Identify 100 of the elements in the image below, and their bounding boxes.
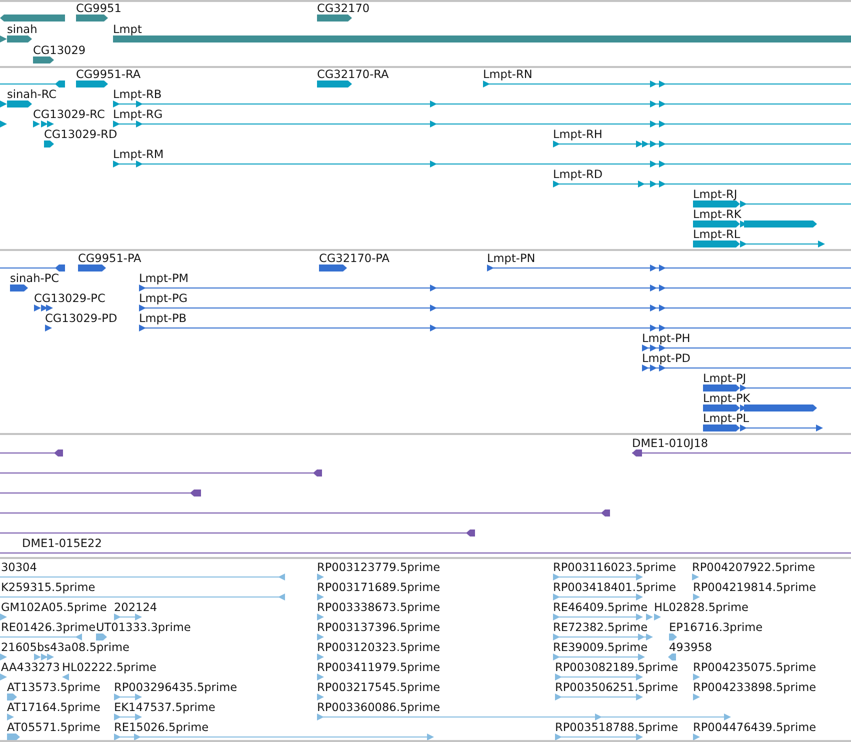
feature-glyph[interactable] bbox=[0, 80, 65, 88]
feature-label: Lmpt-RB bbox=[113, 88, 162, 101]
feature-label: RP003120323.5prime bbox=[317, 641, 440, 654]
feature-label: RP003338673.5prime bbox=[317, 601, 440, 614]
feature-label: AA433273 bbox=[1, 661, 60, 674]
feature-label: RP003418401.5prime bbox=[553, 581, 676, 594]
feature-label: Lmpt bbox=[113, 23, 142, 36]
feature-glyph[interactable] bbox=[113, 120, 851, 128]
feature-glyph[interactable] bbox=[703, 404, 817, 412]
feature-label: Lmpt-PM bbox=[139, 272, 189, 285]
feature-label: CG13029-PD bbox=[45, 312, 118, 325]
feature-glyph[interactable] bbox=[78, 264, 106, 272]
feature-label: RP003137396.5prime bbox=[317, 621, 440, 634]
feature-glyph[interactable] bbox=[113, 160, 851, 168]
feature-label: RP003296435.5prime bbox=[114, 681, 238, 694]
feature-label: RE46409.5prime bbox=[553, 601, 648, 614]
feature-glyph[interactable] bbox=[0, 36, 7, 42]
feature-glyph[interactable] bbox=[76, 80, 108, 88]
feature-glyph[interactable] bbox=[693, 200, 851, 208]
feature-label: RP004235075.5prime bbox=[693, 661, 816, 674]
feature-glyph[interactable] bbox=[33, 56, 54, 64]
feature-glyph[interactable] bbox=[703, 424, 823, 432]
feature-label: RP003123779.5prime bbox=[317, 561, 440, 574]
feature-label: CG9951-PA bbox=[78, 252, 142, 265]
feature-glyph[interactable] bbox=[642, 344, 851, 352]
feature-label: Lmpt-PG bbox=[139, 292, 188, 305]
feature-label: Lmpt-RM bbox=[113, 148, 164, 161]
feature-label: Lmpt-RJ bbox=[693, 188, 738, 201]
feature-glyph[interactable] bbox=[139, 284, 851, 292]
feature-label: DME1-010J18 bbox=[632, 437, 708, 450]
feature-label: CG9951-RA bbox=[76, 68, 141, 81]
feature-glyph[interactable] bbox=[0, 530, 475, 536]
feature-label: EK147537.5prime bbox=[114, 701, 216, 714]
feature-glyph[interactable] bbox=[553, 140, 851, 148]
feature-label: RP003217545.5prime bbox=[317, 681, 440, 694]
feature-label: RP004219814.5prime bbox=[693, 581, 816, 594]
feature-glyph[interactable] bbox=[703, 384, 851, 392]
feature-label: CG32170-RA bbox=[317, 68, 389, 81]
feature-label: EP16716.3prime bbox=[669, 621, 763, 634]
feature-glyph[interactable] bbox=[0, 490, 201, 496]
feature-glyph[interactable] bbox=[45, 324, 52, 332]
feature-label: RP003518788.5prime bbox=[555, 721, 678, 734]
feature-glyph[interactable] bbox=[0, 264, 65, 272]
feature-glyph[interactable] bbox=[693, 240, 825, 248]
feature-glyph[interactable] bbox=[642, 364, 851, 372]
feature-label: CG9951 bbox=[76, 2, 122, 15]
feature-label: RP003506251.5prime bbox=[555, 681, 678, 694]
feature-glyph[interactable] bbox=[317, 14, 352, 22]
feature-glyph[interactable] bbox=[0, 510, 610, 516]
feature-glyph[interactable] bbox=[632, 450, 851, 456]
feature-glyph[interactable] bbox=[139, 304, 851, 312]
feature-label: RE39009.5prime bbox=[553, 641, 648, 654]
feature-label: CG32170-PA bbox=[319, 252, 390, 265]
feature-glyph[interactable] bbox=[487, 264, 851, 272]
feature-label: K259315.5prime bbox=[1, 581, 96, 594]
feature-glyph[interactable] bbox=[34, 304, 53, 312]
feature-glyph[interactable] bbox=[693, 220, 817, 228]
feature-label: RP003116023.5prime bbox=[553, 561, 676, 574]
feature-glyph[interactable] bbox=[319, 264, 347, 272]
feature-glyph[interactable] bbox=[0, 14, 65, 22]
feature-glyph[interactable] bbox=[33, 120, 54, 128]
feature-label: DME1-015E22 bbox=[22, 537, 102, 550]
feature-label: Lmpt-PK bbox=[703, 392, 750, 405]
feature-label: AT13573.5prime bbox=[7, 681, 100, 694]
feature-glyph[interactable] bbox=[553, 180, 851, 188]
feature-label: Lmpt-RL bbox=[693, 228, 740, 241]
feature-label: RP003171689.5prime bbox=[317, 581, 440, 594]
feature-label: CG13029-RD bbox=[44, 128, 118, 141]
feature-glyph[interactable] bbox=[0, 470, 322, 476]
feature-label: 21605 bbox=[1, 641, 37, 654]
feature-label: Lmpt-RH bbox=[553, 128, 602, 141]
feature-glyph[interactable] bbox=[44, 140, 54, 148]
feature-label: Lmpt-RK bbox=[693, 208, 742, 221]
feature-label: sinah bbox=[7, 23, 38, 36]
feature-glyph[interactable] bbox=[0, 100, 7, 108]
feature-glyph[interactable] bbox=[317, 80, 352, 88]
feature-label: Lmpt-PB bbox=[139, 312, 187, 325]
feature-glyph[interactable] bbox=[0, 120, 7, 128]
feature-label: RP003411979.5prime bbox=[317, 661, 440, 674]
feature-label: HL02222.5prime bbox=[62, 661, 156, 674]
feature-label: RP004207922.5prime bbox=[692, 561, 816, 574]
feature-label: GM102A05.5prime bbox=[1, 601, 107, 614]
feature-glyph[interactable] bbox=[113, 100, 851, 108]
feature-label: Lmpt-RG bbox=[113, 108, 163, 121]
feature-label: AT17164.5prime bbox=[7, 701, 100, 714]
feature-label: CG13029-RC bbox=[33, 108, 105, 121]
feature-glyph[interactable] bbox=[76, 14, 108, 22]
feature-label: Lmpt-PL bbox=[703, 412, 750, 425]
feature-glyph[interactable] bbox=[10, 284, 28, 292]
feature-glyph[interactable] bbox=[0, 450, 63, 456]
feature-label: RP004476439.5prime bbox=[693, 721, 816, 734]
feature-label: CG13029 bbox=[33, 44, 86, 57]
feature-label: RP003082189.5prime bbox=[555, 661, 678, 674]
feature-label: RP004233898.5prime bbox=[693, 681, 816, 694]
feature-label: UT01333.3prime bbox=[96, 621, 191, 634]
feature-label: Lmpt-PN bbox=[487, 252, 536, 265]
feature-glyph[interactable] bbox=[483, 80, 851, 88]
feature-label: 493958 bbox=[669, 641, 712, 654]
feature-glyph[interactable] bbox=[139, 324, 851, 332]
feature-label: AT05571.5prime bbox=[7, 721, 100, 734]
